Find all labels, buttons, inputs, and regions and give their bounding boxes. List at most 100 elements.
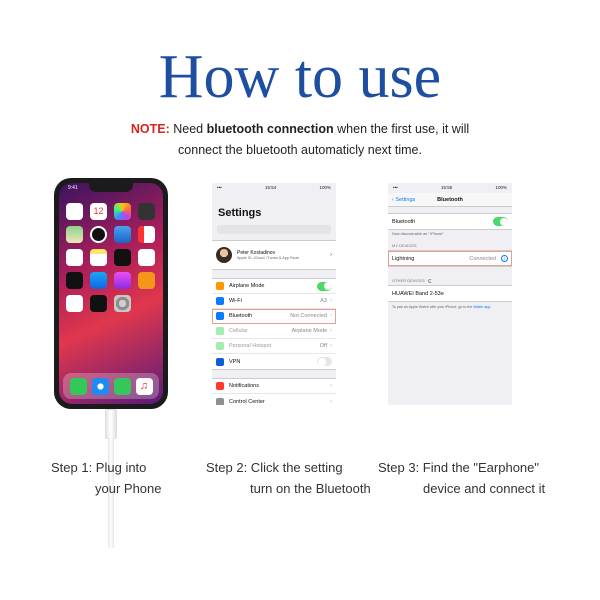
profile-subtitle: Apple ID, iCloud, iTunes & App Store: [237, 256, 300, 260]
iphone-illustration: 9:41 12 ♫: [54, 178, 168, 409]
app-icon[interactable]: [66, 295, 83, 312]
app-icon[interactable]: [90, 295, 107, 312]
app-icon[interactable]: [114, 226, 131, 243]
control-center-icon: [216, 397, 224, 405]
app-icon[interactable]: [90, 249, 107, 266]
row-label: Bluetooth: [229, 313, 253, 319]
chevron-right-icon: ›: [330, 328, 332, 334]
battery-indicator: 100%: [495, 185, 507, 190]
app-icon[interactable]: [66, 272, 83, 289]
watch-app-link[interactable]: Watch app.: [473, 305, 491, 309]
app-icon[interactable]: 12: [90, 203, 107, 220]
device-name: HUAWEI Band 2-53e: [392, 290, 444, 297]
my-devices-group: Lightning Connected i: [388, 250, 512, 267]
app-icon[interactable]: [66, 203, 83, 220]
status-time: 15:55: [440, 185, 453, 190]
device-name: Lightning: [392, 255, 415, 262]
note-line-2: connect the bluetooth automaticly next t…: [178, 143, 422, 157]
vpn-icon: [216, 357, 224, 366]
bluetooth-toggle-row[interactable]: Bluetooth: [388, 214, 512, 229]
app-icon[interactable]: [90, 226, 107, 243]
spinner-icon: [427, 278, 432, 283]
settings-row-personal-hotspot[interactable]: Personal Hotspot Off ›: [212, 339, 336, 354]
settings-title: Settings: [218, 207, 262, 219]
battery-indicator: 100%: [319, 185, 331, 190]
settings-row-bluetooth[interactable]: Bluetooth Not Connected ›: [212, 309, 336, 324]
row-value: Not Connected: [290, 313, 327, 319]
row-value: Airplane Mode: [291, 328, 327, 334]
info-icon[interactable]: i: [501, 255, 508, 262]
music-app-icon[interactable]: ♫: [135, 377, 153, 395]
step-1-line-2: your Phone: [95, 481, 162, 496]
settings-row-notifications[interactable]: Notifications ›: [212, 379, 336, 394]
device-row-huawei[interactable]: HUAWEI Band 2-53e: [388, 286, 512, 301]
step-1-line-1: Step 1: Plug into: [51, 460, 147, 475]
airplane-icon: [216, 282, 224, 290]
apple-id-row[interactable]: Peter Kostadinov Apple ID, iCloud, iTune…: [212, 241, 336, 269]
bluetooth-toggle[interactable]: [493, 217, 508, 226]
settings-app-icon[interactable]: [114, 295, 131, 312]
signal-icon: •••: [393, 185, 398, 190]
step-1: Step 1: Plug into your Phone: [51, 457, 162, 499]
app-icon[interactable]: [66, 249, 83, 266]
app-icon[interactable]: [138, 272, 155, 289]
app-icon[interactable]: [138, 203, 155, 220]
notifications-icon: [216, 382, 224, 390]
phone-notch: [89, 183, 133, 192]
hotspot-icon: [216, 342, 224, 350]
chevron-right-icon: ›: [330, 383, 332, 389]
app-icon[interactable]: [114, 249, 131, 266]
cellular-icon: [216, 327, 224, 335]
phone-dock: ♫: [63, 373, 159, 399]
messages-app-icon[interactable]: [113, 377, 131, 395]
step-3: Step 3: Find the "Earphone" device and c…: [378, 457, 545, 499]
note-bold: bluetooth connection: [206, 122, 334, 136]
row-label: Bluetooth: [392, 218, 416, 225]
row-label: Personal Hotspot: [229, 343, 272, 349]
app-icon[interactable]: [90, 272, 107, 289]
settings-row-vpn[interactable]: VPN: [212, 354, 336, 369]
step-2-line-2: turn on the Bluetooth: [250, 481, 371, 496]
vpn-toggle[interactable]: [317, 357, 332, 366]
footer-body: To pair an Apple Watch with your iPhone,…: [392, 305, 473, 309]
row-label: Airplane Mode: [229, 283, 265, 289]
note-post: when the first use, it will: [337, 122, 470, 136]
profile-group: Peter Kostadinov Apple ID, iCloud, iTune…: [212, 240, 336, 270]
airplane-mode-toggle[interactable]: [317, 281, 332, 291]
app-icon[interactable]: [114, 272, 131, 289]
note-pre: Need: [173, 122, 204, 136]
phone-app-icon[interactable]: [69, 377, 87, 395]
nav-title: Bluetooth: [437, 196, 463, 203]
signal-icon: •••: [217, 185, 222, 190]
notifications-group: Notifications › Control Center ›: [212, 378, 336, 405]
other-devices-label: OTHER DEVICES: [392, 278, 425, 283]
settings-row-control-center[interactable]: Control Center ›: [212, 394, 336, 405]
app-icon[interactable]: [66, 226, 83, 243]
step-2-line-1: Step 2: Click the setting: [206, 460, 343, 475]
app-icon[interactable]: [114, 203, 131, 220]
row-label: VPN: [229, 358, 241, 365]
settings-row-wifi[interactable]: Wi-Fi A3 ›: [212, 294, 336, 309]
avatar: [216, 247, 232, 263]
status-bar: ••• 15:54 100%: [212, 183, 336, 193]
bluetooth-screenshot: ••• 15:55 100% ‹ Settings Bluetooth Blue…: [388, 183, 512, 405]
wifi-icon: [216, 297, 224, 305]
search-bar[interactable]: [217, 225, 331, 234]
nav-bar: ‹ Settings Bluetooth: [388, 193, 512, 207]
bluetooth-toggle-group: Bluetooth: [388, 213, 512, 230]
safari-app-icon[interactable]: [91, 377, 109, 395]
settings-row-cellular[interactable]: Cellular Airplane Mode ›: [212, 324, 336, 339]
row-label: Control Center: [229, 398, 265, 405]
other-devices-group: HUAWEI Band 2-53e: [388, 285, 512, 302]
note-label: NOTE:: [130, 122, 170, 136]
step-3-line-1: Step 3: Find the "Earphone": [378, 460, 540, 475]
note-line-1: NOTE: Need bluetooth connection when the…: [0, 119, 600, 140]
connectivity-group: Airplane Mode Wi-Fi A3 › Bluetooth Not C…: [212, 278, 336, 370]
app-icon[interactable]: [138, 249, 155, 266]
step-2: Step 2: Click the setting turn on the Bl…: [206, 457, 371, 499]
settings-row-airplane-mode[interactable]: Airplane Mode: [212, 279, 336, 294]
row-label: Wi-Fi: [229, 298, 242, 304]
app-grid: 12: [66, 203, 158, 312]
app-icon[interactable]: [138, 226, 155, 243]
device-row-lightning[interactable]: Lightning Connected i: [388, 251, 512, 266]
